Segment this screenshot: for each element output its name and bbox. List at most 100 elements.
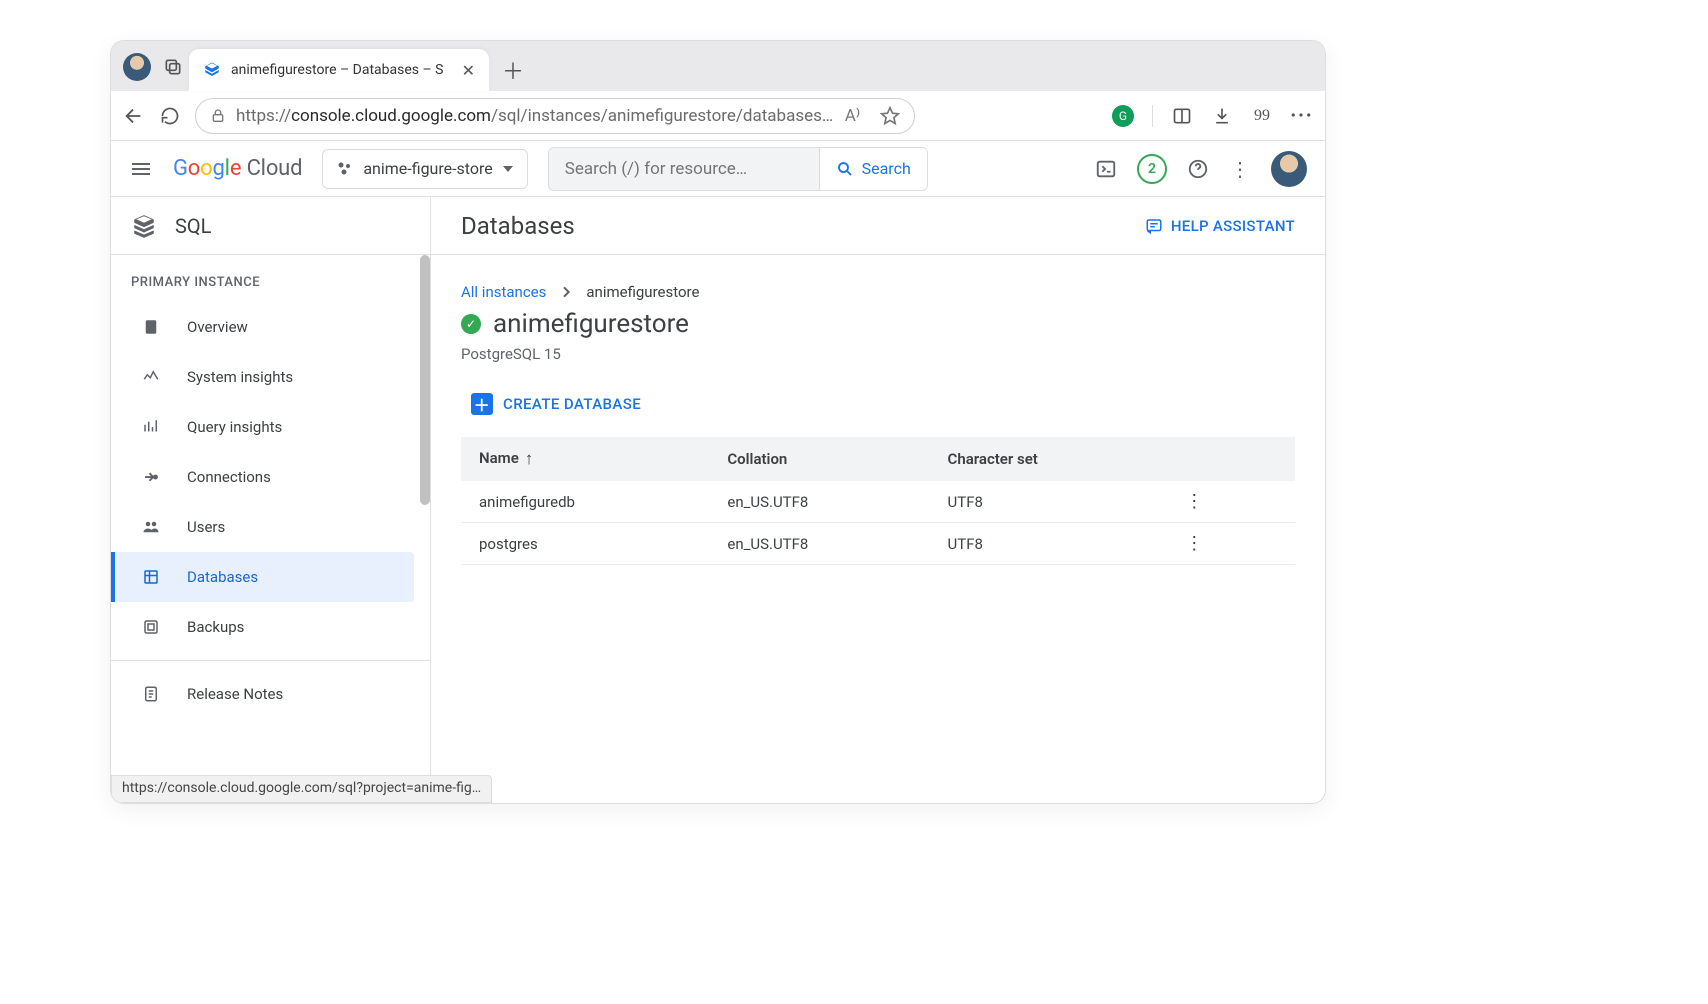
col-collation[interactable]: Collation (709, 437, 929, 481)
browser-more-icon[interactable]: ··· (1291, 105, 1313, 127)
sidebar-item-label: Backups (187, 618, 244, 636)
gcp-more-icon[interactable]: ⋮ (1229, 158, 1251, 180)
scrollbar-thumb[interactable] (420, 255, 430, 505)
new-tab-button[interactable]: ＋ (495, 52, 531, 88)
sidebar-item-system-insights[interactable]: System insights (111, 352, 414, 402)
sidebar-scroll: PRIMARY INSTANCE Overview System insight… (111, 255, 430, 803)
sidebar-item-users[interactable]: Users (111, 502, 414, 552)
connections-icon (141, 467, 161, 487)
cell-charset: UTF8 (930, 523, 1168, 565)
tab-overview-icon[interactable] (163, 57, 183, 77)
search-input[interactable] (549, 148, 819, 190)
product-header[interactable]: SQL (111, 197, 430, 255)
account-avatar[interactable] (1271, 151, 1307, 187)
downloads-icon[interactable] (1211, 105, 1233, 127)
sort-asc-icon: ↑ (525, 449, 534, 469)
browser-tab-strip: animefigurestore – Databases – S ✕ ＋ (111, 41, 1325, 91)
sidebar-item-label: Connections (187, 468, 271, 486)
sidebar-divider (111, 660, 430, 661)
grammarly-extension-icon[interactable]: G (1112, 105, 1134, 127)
sidebar-item-label: Overview (187, 318, 248, 336)
sidebar-section-label: PRIMARY INSTANCE (111, 255, 430, 302)
sidebar: SQL PRIMARY INSTANCE Overview System ins… (111, 197, 431, 803)
system-insights-icon (141, 367, 161, 387)
sidebar-item-overview[interactable]: Overview (111, 302, 414, 352)
users-icon (141, 517, 161, 537)
create-database-label: CREATE DATABASE (503, 395, 641, 413)
chevron-right-icon (558, 284, 574, 300)
backups-icon (141, 617, 161, 637)
page-title: Databases (461, 212, 575, 240)
google-cloud-logo[interactable]: Google Cloud (173, 156, 302, 181)
browser-window: animefigurestore – Databases – S ✕ ＋ htt… (110, 40, 1326, 804)
breadcrumb-root[interactable]: All instances (461, 283, 546, 301)
browser-tab[interactable]: animefigurestore – Databases – S ✕ (189, 49, 489, 91)
split-screen-icon[interactable] (1171, 105, 1193, 127)
table-row: animefiguredb en_US.UTF8 UTF8 ⋮ (461, 481, 1295, 523)
cell-name: animefiguredb (461, 481, 709, 523)
sidebar-item-label: Query insights (187, 418, 282, 436)
main-header: Databases HELP ASSISTANT (431, 197, 1325, 255)
instance-title: ✓ animefigurestore (461, 309, 1295, 339)
sidebar-item-label: Users (187, 518, 225, 536)
quote-extension-icon[interactable]: 99 (1251, 105, 1273, 127)
search-button[interactable]: Search (819, 148, 927, 190)
release-notes-icon (141, 684, 161, 704)
status-ok-icon: ✓ (461, 314, 481, 334)
cell-charset: UTF8 (930, 481, 1168, 523)
sidebar-item-label: Release Notes (187, 685, 283, 703)
sidebar-item-backups[interactable]: Backups (111, 602, 414, 652)
lock-icon (210, 108, 226, 124)
help-assistant-button[interactable]: HELP ASSISTANT (1145, 217, 1295, 235)
app-body: SQL PRIMARY INSTANCE Overview System ins… (111, 197, 1325, 803)
tab-title: animefigurestore – Databases – S (231, 62, 443, 78)
project-icon (337, 161, 353, 177)
address-bar[interactable]: https://console.cloud.google.com/sql/ins… (195, 98, 915, 134)
cell-collation: en_US.UTF8 (709, 523, 929, 565)
product-label: SQL (175, 214, 211, 238)
cell-name: postgres (461, 523, 709, 565)
create-database-button[interactable]: ＋ CREATE DATABASE (471, 393, 641, 415)
databases-table: Name↑ Collation Character set animefigur… (461, 437, 1295, 565)
browser-profile-avatar[interactable] (123, 53, 151, 81)
table-header-row: Name↑ Collation Character set (461, 437, 1295, 481)
nav-menu-icon[interactable] (129, 157, 153, 181)
col-name[interactable]: Name↑ (461, 437, 709, 481)
databases-icon (141, 567, 161, 587)
help-icon[interactable] (1187, 158, 1209, 180)
sidebar-item-query-insights[interactable]: Query insights (111, 402, 414, 452)
cell-collation: en_US.UTF8 (709, 481, 929, 523)
sidebar-item-databases[interactable]: Databases (111, 552, 414, 602)
db-engine: PostgreSQL 15 (461, 345, 1295, 363)
help-assistant-label: HELP ASSISTANT (1171, 217, 1295, 235)
plus-icon: ＋ (471, 393, 493, 415)
sql-product-icon (131, 213, 157, 239)
project-picker[interactable]: anime-figure-store (322, 149, 527, 189)
cloud-shell-icon[interactable] (1095, 158, 1117, 180)
sidebar-item-label: System insights (187, 368, 293, 386)
instance-name: animefigurestore (493, 309, 689, 339)
back-button[interactable] (123, 105, 145, 127)
browser-status-bar: https://console.cloud.google.com/sql?pro… (111, 775, 492, 803)
breadcrumb: All instances animefigurestore (461, 283, 1295, 301)
row-actions-icon[interactable]: ⋮ (1185, 533, 1202, 554)
tab-close-icon[interactable]: ✕ (462, 61, 475, 80)
col-charset[interactable]: Character set (930, 437, 1168, 481)
overview-icon (141, 317, 161, 337)
browser-toolbar: https://console.cloud.google.com/sql/ins… (111, 91, 1325, 141)
read-aloud-icon[interactable]: A⁾ (845, 106, 860, 126)
refresh-button[interactable] (159, 105, 181, 127)
sidebar-item-release-notes[interactable]: Release Notes (111, 669, 414, 719)
caret-down-icon (503, 166, 513, 172)
row-actions-icon[interactable]: ⋮ (1185, 491, 1202, 512)
sidebar-item-connections[interactable]: Connections (111, 452, 414, 502)
favorite-icon[interactable] (880, 106, 900, 126)
breadcrumb-leaf: animefigurestore (586, 283, 699, 301)
notifications-badge[interactable]: 2 (1137, 154, 1167, 184)
query-insights-icon (141, 417, 161, 437)
table-row: postgres en_US.UTF8 UTF8 ⋮ (461, 523, 1295, 565)
toolbar-divider (1152, 105, 1153, 127)
search-button-label: Search (862, 159, 911, 178)
gcp-header: Google Cloud anime-figure-store Search 2 (111, 141, 1325, 197)
main-panel: Databases HELP ASSISTANT All instances a… (431, 197, 1325, 803)
